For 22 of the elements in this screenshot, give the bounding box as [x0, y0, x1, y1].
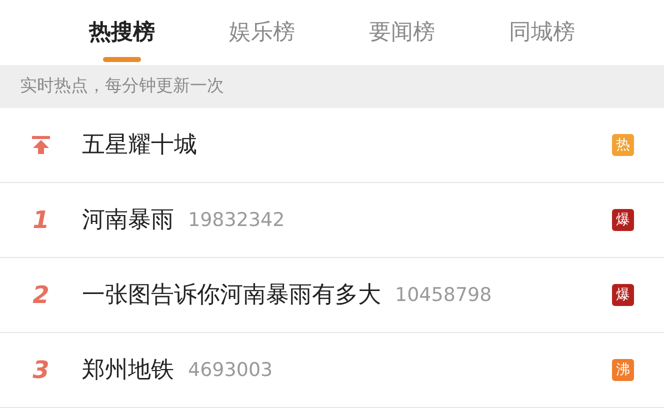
trend-row[interactable]: 1 河南暴雨 19832342 爆 [0, 183, 664, 258]
trend-tag: 爆 [612, 209, 634, 231]
trend-title: 河南暴雨 [82, 206, 174, 235]
trend-title: 郑州地铁 [82, 356, 174, 385]
trend-title: 五星耀十城 [82, 130, 197, 160]
active-underline [103, 57, 141, 62]
trend-tag: 爆 [612, 284, 634, 306]
trend-title: 一张图告诉你河南暴雨有多大 [82, 280, 381, 310]
tab[interactable]: 热搜榜 [52, 0, 192, 65]
notice-text: 实时热点，每分钟更新一次 [20, 74, 224, 98]
rank-number: 2 [32, 280, 50, 311]
heat-count: 10458798 [395, 282, 492, 308]
heat-count: 19832342 [188, 208, 285, 233]
rank-number: 3 [32, 355, 50, 386]
pin-top-icon [31, 135, 51, 155]
trend-row[interactable]: 2 一张图告诉你河南暴雨有多大 10458798 爆 [0, 258, 664, 333]
rank-number: 1 [32, 205, 50, 236]
trend-row[interactable]: 五星耀十城 热 [0, 108, 664, 183]
trend-tag: 热 [612, 134, 634, 156]
heat-count: 4693003 [188, 358, 273, 383]
trend-row[interactable]: 3 郑州地铁 4693003 沸 [0, 333, 664, 408]
trend-tag: 沸 [612, 359, 634, 381]
